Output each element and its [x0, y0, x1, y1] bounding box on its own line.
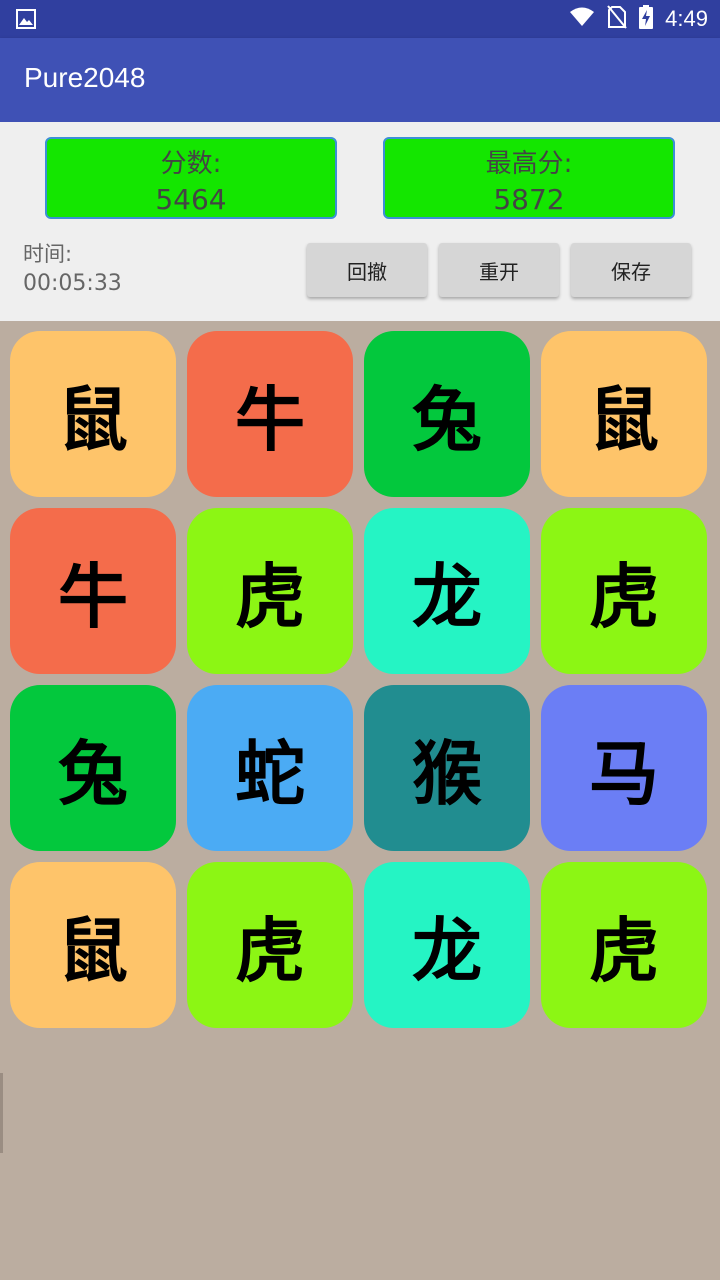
game-board[interactable]: 鼠牛兔鼠牛虎龙虎兔蛇猴马鼠虎龙虎 — [0, 321, 720, 1280]
game-tile: 马 — [541, 685, 707, 851]
app-title: Pure2048 — [24, 62, 146, 93]
game-tile: 鼠 — [10, 331, 176, 497]
game-tile: 牛 — [10, 508, 176, 674]
score-panel: 分数: 5464 最高分: 5872 时间: 00:05:33 回撤 重开 保存 — [0, 122, 720, 321]
no-sim-icon — [607, 5, 627, 33]
game-tile: 龙 — [364, 862, 530, 1028]
battery-charging-icon — [639, 5, 654, 33]
app-bar: Pure2048 — [0, 38, 720, 122]
timer-value: 00:05:33 — [23, 271, 122, 296]
timer-label: 时间: — [23, 242, 73, 266]
wifi-icon — [569, 7, 595, 31]
status-clock: 4:49 — [665, 6, 708, 31]
undo-button[interactable]: 回撤 — [307, 243, 427, 297]
game-tile: 鼠 — [541, 331, 707, 497]
save-button[interactable]: 保存 — [571, 243, 691, 297]
score-label: 分数: — [160, 149, 222, 179]
status-icons: 4:49 — [569, 0, 708, 38]
game-tile: 虎 — [187, 862, 353, 1028]
status-bar: 4:49 — [0, 0, 720, 38]
score-value: 5464 — [155, 183, 227, 216]
game-tile: 龙 — [364, 508, 530, 674]
best-score-box: 最高分: 5872 — [383, 137, 675, 219]
game-tile: 兔 — [10, 685, 176, 851]
game-tile: 兔 — [364, 331, 530, 497]
game-tile: 蛇 — [187, 685, 353, 851]
restart-button[interactable]: 重开 — [439, 243, 559, 297]
game-tile: 虎 — [541, 508, 707, 674]
best-score-label: 最高分: — [485, 149, 573, 179]
best-score-value: 5872 — [493, 183, 565, 216]
image-notification-icon — [16, 9, 36, 29]
game-tile: 牛 — [187, 331, 353, 497]
game-tile: 虎 — [541, 862, 707, 1028]
game-tile: 猴 — [364, 685, 530, 851]
current-score-box: 分数: 5464 — [45, 137, 337, 219]
game-tile: 虎 — [187, 508, 353, 674]
edge-marker — [0, 1073, 3, 1153]
game-tile: 鼠 — [10, 862, 176, 1028]
